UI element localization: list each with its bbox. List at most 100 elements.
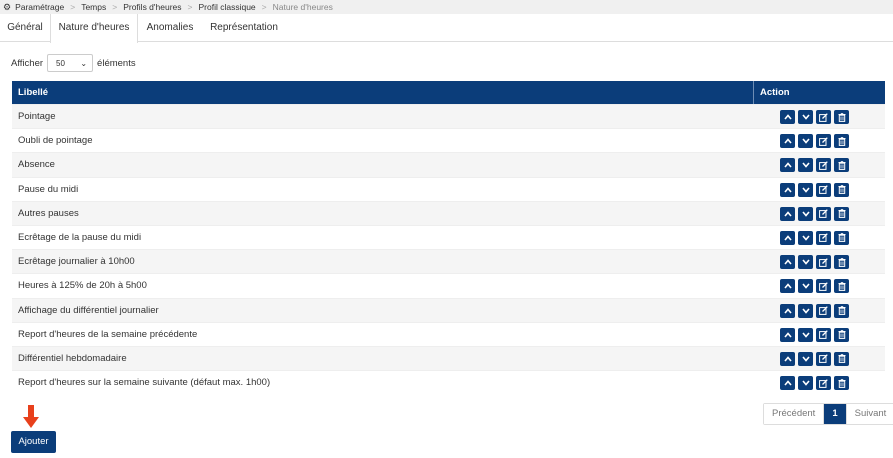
trash-icon bbox=[838, 209, 846, 219]
delete-button[interactable] bbox=[834, 279, 849, 294]
edit-button[interactable] bbox=[816, 158, 831, 173]
edit-button[interactable] bbox=[816, 351, 831, 366]
delete-button[interactable] bbox=[834, 376, 849, 391]
trash-icon bbox=[838, 161, 846, 170]
gear-icon: ⚙ bbox=[3, 1, 12, 12]
delete-button[interactable] bbox=[834, 110, 849, 124]
move-down-button[interactable] bbox=[798, 206, 813, 221]
move-down-button[interactable] bbox=[798, 182, 813, 197]
table-header: Libellé Action bbox=[12, 81, 885, 104]
row-label: Absence bbox=[18, 159, 55, 171]
delete-button[interactable] bbox=[834, 158, 849, 173]
table-row: Ecrêtage de la pause du midi bbox=[12, 224, 885, 249]
edit-icon bbox=[819, 282, 828, 291]
table-row: Pause du midi bbox=[12, 176, 885, 201]
move-up-button[interactable] bbox=[780, 110, 795, 124]
move-down-button[interactable] bbox=[798, 279, 813, 294]
length-suffix: éléments bbox=[97, 57, 136, 69]
edit-button[interactable] bbox=[816, 303, 831, 318]
move-up-button[interactable] bbox=[780, 230, 795, 245]
breadcrumb-item-parametrage[interactable]: Paramétrage bbox=[15, 2, 64, 12]
pagination: Précédent 1 Suivant bbox=[763, 403, 893, 425]
chevron-up-icon bbox=[783, 356, 792, 362]
row-label: Report d'heures de la semaine précédente bbox=[18, 328, 198, 340]
pagination-previous[interactable]: Précédent bbox=[764, 404, 825, 424]
delete-button[interactable] bbox=[834, 230, 849, 245]
chevron-up-icon bbox=[783, 307, 792, 314]
move-up-button[interactable] bbox=[780, 134, 795, 149]
move-up-button[interactable] bbox=[780, 376, 795, 391]
hours-nature-table: Libellé Action Pointage Oubli de pointage… bbox=[12, 81, 885, 394]
delete-button[interactable] bbox=[834, 327, 849, 342]
move-down-button[interactable] bbox=[798, 110, 813, 124]
breadcrumb-item-current: Nature d'heures bbox=[272, 2, 333, 12]
trash-icon bbox=[838, 282, 846, 291]
edit-icon bbox=[819, 306, 828, 315]
breadcrumb-item-profil-classique[interactable]: Profil classique bbox=[199, 2, 256, 12]
edit-icon bbox=[819, 209, 828, 219]
table-row: Oubli de pointage bbox=[12, 128, 885, 152]
move-up-button[interactable] bbox=[780, 303, 795, 318]
chevron-up-icon bbox=[783, 331, 792, 338]
table-row: Pointage bbox=[12, 104, 885, 129]
move-down-button[interactable] bbox=[798, 376, 813, 391]
edit-button[interactable] bbox=[816, 206, 831, 221]
delete-button[interactable] bbox=[834, 351, 849, 366]
move-down-button[interactable] bbox=[798, 327, 813, 342]
chevron-down-icon bbox=[801, 114, 810, 120]
move-up-button[interactable] bbox=[780, 327, 795, 342]
tab-representation[interactable]: Représentation bbox=[202, 14, 286, 42]
edit-button[interactable] bbox=[816, 230, 831, 245]
edit-button[interactable] bbox=[816, 110, 831, 124]
chevron-down-icon bbox=[801, 162, 810, 169]
chevron-up-icon bbox=[783, 138, 792, 144]
edit-button[interactable] bbox=[816, 182, 831, 197]
trash-icon bbox=[838, 354, 846, 364]
delete-button[interactable] bbox=[834, 182, 849, 197]
move-up-button[interactable] bbox=[780, 206, 795, 221]
edit-button[interactable] bbox=[816, 134, 831, 149]
move-down-button[interactable] bbox=[798, 158, 813, 173]
move-down-button[interactable] bbox=[798, 134, 813, 149]
tab-general[interactable]: Général bbox=[0, 14, 50, 42]
edit-icon bbox=[819, 257, 828, 267]
length-prefix: Afficher bbox=[11, 57, 44, 69]
delete-button[interactable] bbox=[834, 255, 849, 270]
delete-button[interactable] bbox=[834, 303, 849, 318]
trash-icon bbox=[838, 306, 846, 315]
move-down-button[interactable] bbox=[798, 303, 813, 318]
breadcrumb-item-profils-heures[interactable]: Profils d'heures bbox=[123, 2, 181, 12]
move-up-button[interactable] bbox=[780, 158, 795, 173]
add-button[interactable]: Ajouter bbox=[11, 431, 56, 453]
edit-button[interactable] bbox=[816, 327, 831, 342]
edit-button[interactable] bbox=[816, 376, 831, 391]
breadcrumb-separator: > bbox=[70, 2, 76, 12]
chevron-down-icon bbox=[801, 259, 810, 265]
move-down-button[interactable] bbox=[798, 351, 813, 366]
edit-button[interactable] bbox=[816, 255, 831, 270]
row-actions bbox=[780, 255, 849, 270]
pagination-page-1[interactable]: 1 bbox=[824, 404, 846, 424]
page-length-select[interactable]: 50 ⌄ bbox=[47, 54, 94, 72]
row-actions bbox=[780, 206, 849, 221]
column-header-label[interactable]: Libellé bbox=[18, 81, 48, 104]
delete-button[interactable] bbox=[834, 206, 849, 221]
tab-anomalies[interactable]: Anomalies bbox=[138, 14, 202, 42]
row-label: Pointage bbox=[18, 111, 56, 122]
breadcrumb-item-temps[interactable]: Temps bbox=[81, 2, 106, 12]
move-down-button[interactable] bbox=[798, 230, 813, 245]
row-label: Heures à 125% de 20h à 5h00 bbox=[18, 280, 147, 292]
tab-nature-heures[interactable]: Nature d'heures bbox=[50, 14, 138, 43]
row-actions bbox=[780, 110, 849, 124]
delete-button[interactable] bbox=[834, 134, 849, 149]
table-row: Autres pauses bbox=[12, 200, 885, 225]
move-up-button[interactable] bbox=[780, 351, 795, 366]
edit-icon bbox=[819, 161, 828, 170]
move-down-button[interactable] bbox=[798, 255, 813, 270]
edit-button[interactable] bbox=[816, 279, 831, 294]
move-up-button[interactable] bbox=[780, 279, 795, 294]
move-up-button[interactable] bbox=[780, 182, 795, 197]
move-up-button[interactable] bbox=[780, 255, 795, 270]
row-label: Ecrêtage journalier à 10h00 bbox=[18, 256, 135, 268]
pagination-next[interactable]: Suivant bbox=[845, 404, 893, 424]
